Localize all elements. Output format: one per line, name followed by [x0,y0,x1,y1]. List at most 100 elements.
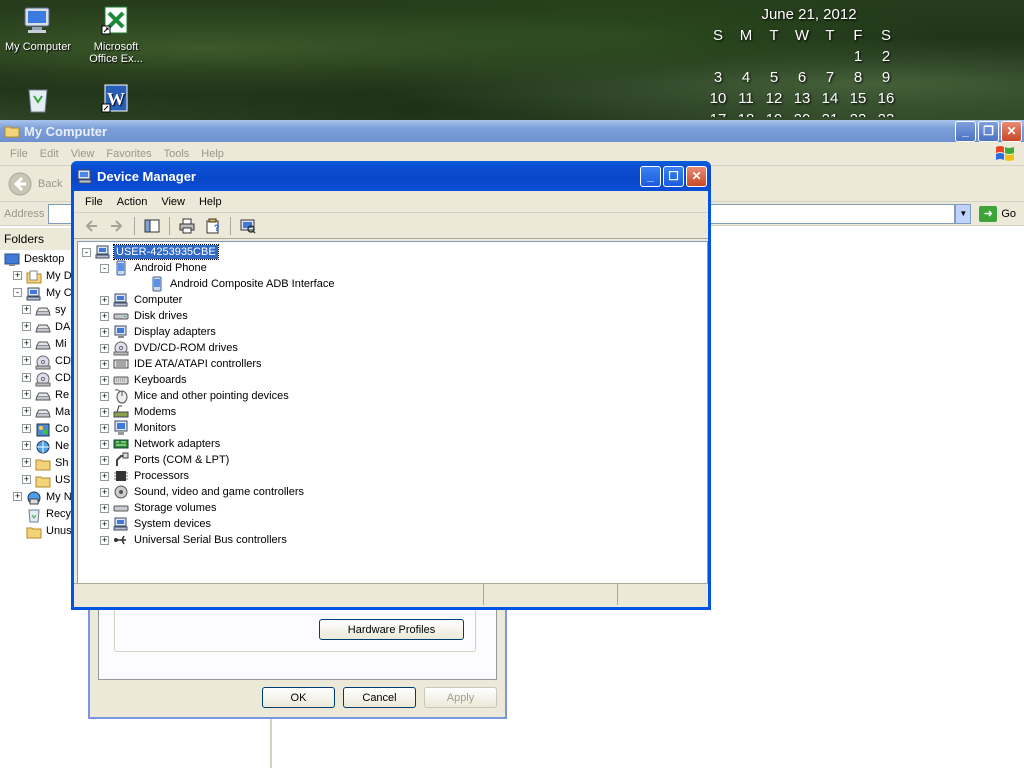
menu-action[interactable]: Action [110,196,155,208]
device-category[interactable]: + Display adapters [78,324,707,340]
tree-expander-plus-icon[interactable]: + [100,535,109,545]
properties-help-button[interactable]: ? [202,215,224,237]
device-category[interactable]: + Network adapters [78,436,707,452]
forward-button[interactable] [106,215,128,237]
tree-expander-plus-icon[interactable]: + [100,407,109,417]
desktop-icon-my-computer[interactable]: My Computer [0,4,76,53]
computer-icon [95,245,110,259]
tree-expander-plus-icon[interactable]: + [22,424,31,433]
ok-button[interactable]: OK [262,687,335,708]
back-button[interactable] [80,215,102,237]
monitor-icon [114,420,128,435]
menu-view[interactable]: View [154,196,192,208]
device-category[interactable]: + Mice and other pointing devices [78,388,707,404]
address-dropdown-button[interactable]: ▼ [955,203,972,224]
tree-expander-plus-icon[interactable]: + [100,519,109,529]
tree-expander-minus-icon[interactable]: - [82,247,91,257]
menu-file[interactable]: File [4,148,34,160]
device-category[interactable]: + Universal Serial Bus controllers [78,532,707,548]
tree-expander-plus-icon[interactable]: + [100,487,109,497]
device-manager-titlebar[interactable]: Device Manager _ ☐ ✕ [71,161,711,191]
device-icon [113,404,129,420]
maximize-button[interactable]: ☐ [663,165,684,187]
device-category[interactable]: + DVD/CD-ROM drives [78,340,707,356]
tree-expander-plus-icon[interactable]: + [100,295,109,305]
tree-expander-plus-icon[interactable]: + [22,475,31,484]
menu-view[interactable]: View [65,148,101,160]
desktop-icon-word[interactable]: W [78,82,154,119]
device-category[interactable]: - Android Phone [78,260,707,276]
device-item[interactable]: Android Composite ADB Interface [78,276,707,292]
device-category[interactable]: + Ports (COM & LPT) [78,452,707,468]
menu-help[interactable]: Help [195,148,230,160]
tree-expander-plus-icon[interactable]: + [22,305,31,314]
print-button[interactable] [176,215,198,237]
tree-expander-plus-icon[interactable]: + [22,458,31,467]
tree-expander-plus-icon[interactable]: + [22,441,31,450]
minimize-button[interactable]: _ [640,165,661,187]
desktop-icon-excel[interactable]: Microsoft Office Ex... [78,4,154,65]
tree-expander-plus-icon[interactable]: + [100,455,109,465]
tree-expander-plus-icon[interactable]: + [100,343,109,353]
desktop-icon-recycle-bin[interactable] [0,82,76,119]
port-icon [116,452,129,466]
drive-icon [35,409,51,417]
tree-expander-plus-icon[interactable]: + [100,471,109,481]
tree-expander-plus-icon[interactable]: + [100,311,109,321]
calendar-day: 4 [741,69,751,86]
tree-expander-plus-icon[interactable]: + [100,503,109,513]
tree-expander-plus-icon[interactable]: + [22,339,31,348]
tree-expander-plus-icon[interactable]: + [100,327,109,337]
device-category[interactable]: + Monitors [78,420,707,436]
tree-expander-plus-icon[interactable]: + [22,390,31,399]
close-button[interactable]: ✕ [1001,120,1022,142]
hardware-profiles-button[interactable]: Hardware Profiles [319,619,464,640]
device-category[interactable]: + Sound, video and game controllers [78,484,707,500]
calendar-weekday: T [825,27,835,44]
cancel-button[interactable]: Cancel [343,687,416,708]
tree-expander-plus-icon[interactable]: + [13,492,22,501]
device-tree-root[interactable]: - USER-4253935CBE [78,244,707,260]
tree-expander-minus-icon[interactable]: - [13,288,22,297]
tree-expander-plus-icon[interactable]: + [22,322,31,331]
device-category[interactable]: + Keyboards [78,372,707,388]
device-category[interactable]: + Modems [78,404,707,420]
go-button[interactable]: ➜ Go [971,205,1024,222]
tree-expander-plus-icon[interactable]: + [22,407,31,416]
scan-hardware-button[interactable] [237,215,259,237]
device-label: Universal Serial Bus controllers [134,534,287,546]
device-icon [113,420,129,436]
apply-button[interactable]: Apply [424,687,497,708]
close-button[interactable]: ✕ [686,165,707,187]
my-computer-titlebar[interactable]: My Computer _ ❐ ✕ [0,120,1024,142]
restore-button[interactable]: ❐ [978,120,999,142]
menu-file[interactable]: File [78,196,110,208]
device-category[interactable]: + IDE ATA/ATAPI controllers [78,356,707,372]
menu-favorites[interactable]: Favorites [100,148,157,160]
show-hide-console-tree-button[interactable] [141,215,163,237]
device-category[interactable]: + System devices [78,516,707,532]
device-category[interactable]: + Computer [78,292,707,308]
back-button[interactable]: Back [8,172,62,196]
menu-help[interactable]: Help [192,196,229,208]
tree-expander-plus-icon[interactable]: + [22,373,31,382]
tree-expander-plus-icon[interactable]: + [100,359,109,369]
menu-edit[interactable]: Edit [34,148,65,160]
tree-expander-plus-icon[interactable]: + [13,271,22,280]
device-category[interactable]: + Processors [78,468,707,484]
minimize-button[interactable]: _ [955,120,976,142]
device-icon [113,356,129,372]
tree-expander-plus-icon[interactable]: + [100,423,109,433]
tree-item-label: Mi [55,337,67,350]
tree-expander-minus-icon[interactable]: - [100,263,109,273]
tree-expander-plus-icon[interactable]: + [100,439,109,449]
device-category[interactable]: + Storage volumes [78,500,707,516]
recycle-bin-icon [28,89,48,113]
tree-expander-plus-icon[interactable]: + [22,356,31,365]
device-category[interactable]: + Disk drives [78,308,707,324]
menu-tools[interactable]: Tools [158,148,196,160]
device-icon [113,388,129,404]
tree-expander-plus-icon[interactable]: + [100,375,109,385]
tree-expander-plus-icon[interactable]: + [100,391,109,401]
calendar-grid: SMTWTFS 1 2 3 4 5 6 7 8 9 10 11 12 13 14 15 16 17 18 19 20 2… [704,25,900,120]
